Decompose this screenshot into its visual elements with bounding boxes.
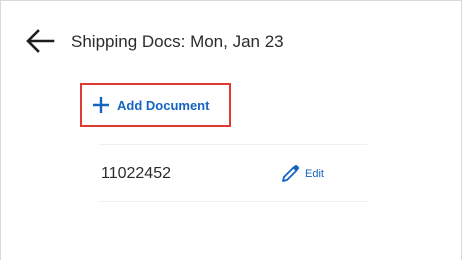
document-row: 11022452 Edit <box>99 144 367 202</box>
edit-button[interactable]: Edit <box>280 163 324 185</box>
page-title: Shipping Docs: Mon, Jan 23 <box>71 32 284 51</box>
add-document-button[interactable]: Add Document <box>80 83 231 127</box>
document-number: 11022452 <box>101 165 171 182</box>
back-button[interactable] <box>25 28 55 54</box>
arrow-left-icon <box>26 29 55 53</box>
plus-icon <box>92 96 110 114</box>
app-frame: Shipping Docs: Mon, Jan 23 Add Document … <box>0 0 462 260</box>
pencil-icon <box>280 164 300 184</box>
page-header: Shipping Docs: Mon, Jan 23 <box>1 1 461 79</box>
edit-label: Edit <box>305 168 324 180</box>
add-document-label: Add Document <box>117 97 210 113</box>
